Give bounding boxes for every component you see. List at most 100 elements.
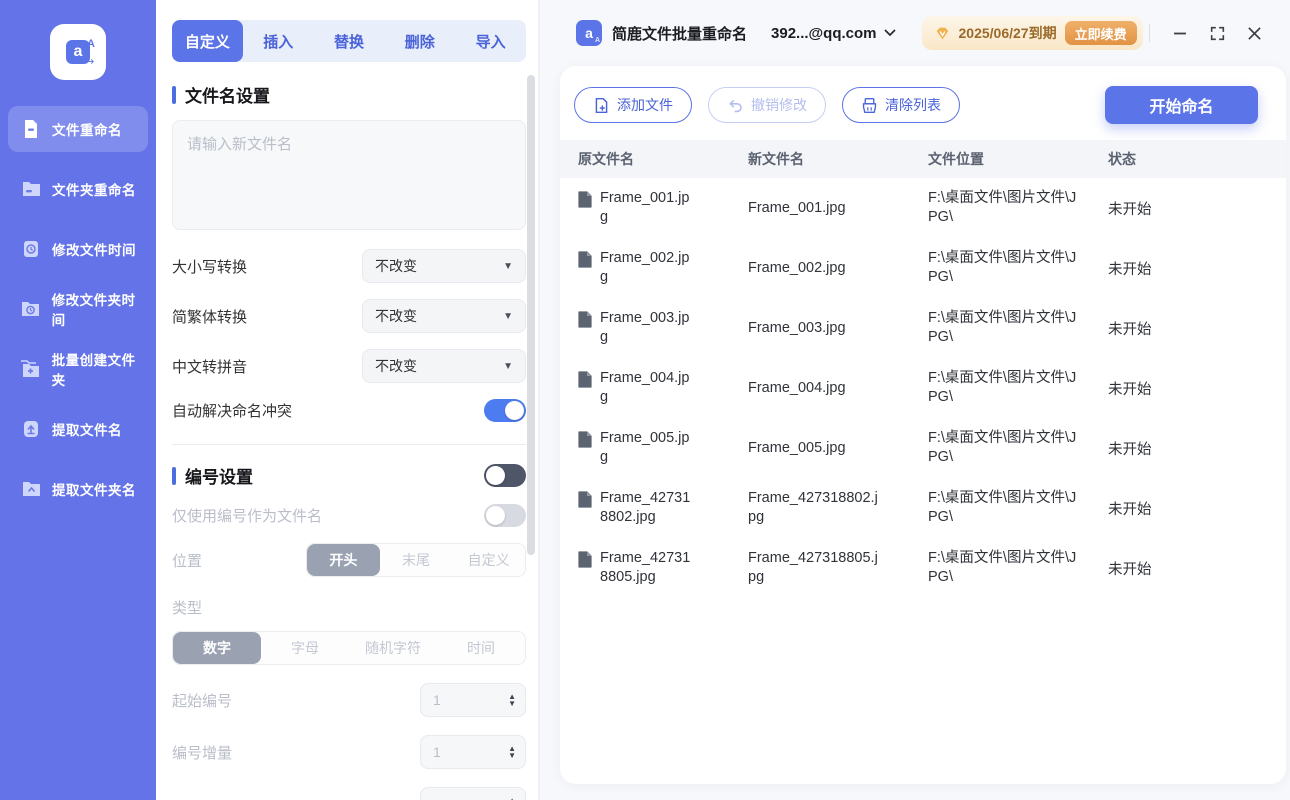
file-path: F:\桌面文件\图片文件\JPG\: [928, 550, 1077, 585]
file-path: F:\桌面文件\图片文件\JPG\: [928, 370, 1077, 405]
close-icon: [1248, 26, 1261, 40]
table-row[interactable]: Frame_005.jpg Frame_005.jpg F:\桌面文件\图片文件\J…: [560, 418, 1286, 478]
sidebar-item-label: 提取文件名: [52, 423, 122, 438]
stepper-row-1: 起始编号 1 ▲ ▼: [172, 683, 526, 717]
type-option-3[interactable]: 随机字符: [349, 632, 437, 664]
numbering-toggle[interactable]: [484, 464, 526, 487]
stepper-value: 1: [433, 692, 441, 708]
tab-4[interactable]: 删除: [384, 20, 455, 62]
select-dropdown[interactable]: 不改变 ▼: [362, 349, 526, 383]
account-menu[interactable]: 392...@qq.com: [771, 25, 896, 42]
sidebar: a A ↩ 文件重命名文件夹重命名 修改文件时间修改文件夹时间 批量创建文件夹提取文…: [0, 0, 156, 800]
undo-button[interactable]: 撤销修改: [708, 87, 826, 123]
tab-2[interactable]: 插入: [243, 20, 314, 62]
stepper-row-2: 编号增量 1 ▲ ▼: [172, 735, 526, 769]
sidebar-item-3[interactable]: 修改文件时间: [8, 226, 148, 272]
number-stepper[interactable]: 1 ▲ ▼: [420, 683, 526, 717]
type-option-4[interactable]: 时间: [437, 632, 525, 664]
type-option-1[interactable]: 数字: [173, 632, 261, 664]
file-rename-icon: [20, 118, 42, 140]
auto-resolve-toggle[interactable]: [484, 399, 526, 422]
original-name-cell: Frame_002.jpg: [578, 249, 748, 287]
settings-panel: 自定义插入替换删除导入 文件名设置 大小写转换不改变▼简繁体转换不改变▼中文转拼…: [156, 0, 540, 800]
position-option-3[interactable]: 自定义: [452, 544, 525, 576]
panel-scrollbar[interactable]: [527, 75, 535, 555]
sidebar-item-2[interactable]: 文件夹重命名: [8, 166, 148, 212]
add-files-button[interactable]: 添加文件: [574, 87, 692, 123]
table-row[interactable]: Frame_002.jpg Frame_002.jpg F:\桌面文件\图片文件\J…: [560, 238, 1286, 298]
sidebar-item-5[interactable]: 批量创建文件夹: [8, 346, 148, 392]
sidebar-item-6[interactable]: 提取文件名: [8, 406, 148, 452]
app-icon: aA: [576, 20, 602, 46]
create-folders-icon: [20, 358, 42, 380]
sidebar-item-4[interactable]: 修改文件夹时间: [8, 286, 148, 332]
toggle-knob: [486, 466, 505, 485]
vip-diamond-icon: [936, 27, 948, 39]
tab-1[interactable]: 自定义: [172, 20, 243, 62]
stepper-down-icon[interactable]: ▼: [508, 700, 516, 708]
renew-button[interactable]: 立即续费: [1064, 21, 1137, 45]
minimize-icon: [1174, 32, 1186, 35]
start-rename-button[interactable]: 开始命名: [1105, 86, 1258, 124]
partial-stepper-row: ▲▼: [172, 787, 526, 800]
tab-5[interactable]: 导入: [455, 20, 526, 62]
select-row-1: 大小写转换 不改变 ▼: [172, 249, 526, 283]
partial-stepper[interactable]: ▲▼: [420, 787, 526, 800]
select-dropdown[interactable]: 不改变 ▼: [362, 299, 526, 333]
minimize-button[interactable]: [1172, 25, 1188, 41]
type-label: 类型: [172, 600, 203, 617]
new-filename: Frame_002.jpg: [748, 259, 846, 276]
table-row[interactable]: Frame_427318805.jpg Frame_427318805.jpg F:…: [560, 538, 1286, 598]
sidebar-item-label: 批量创建文件夹: [51, 353, 136, 388]
only-number-toggle[interactable]: [484, 504, 526, 527]
table-row[interactable]: Frame_427318802.jpg Frame_427318802.jpg F:…: [560, 478, 1286, 538]
table-row[interactable]: Frame_001.jpg Frame_001.jpg F:\桌面文件\图片文件\J…: [560, 178, 1286, 238]
number-stepper[interactable]: 1 ▲ ▼: [420, 735, 526, 769]
file-time-icon: [20, 238, 42, 260]
clear-list-button[interactable]: 清除列表: [842, 87, 960, 123]
sidebar-item-1[interactable]: 文件重命名: [8, 106, 148, 152]
table-row[interactable]: Frame_004.jpg Frame_004.jpg F:\桌面文件\图片文件\J…: [560, 358, 1286, 418]
stepper-down-icon[interactable]: ▼: [508, 752, 516, 760]
new-filename: Frame_004.jpg: [748, 379, 846, 396]
status-text: 未开始: [1108, 501, 1152, 518]
vip-status-badge[interactable]: 2025/06/27到期 立即续费: [921, 16, 1143, 50]
original-name-cell: Frame_427318805.jpg: [578, 549, 748, 587]
stepper-arrows[interactable]: ▲▼: [508, 745, 516, 760]
new-filename: Frame_003.jpg: [748, 319, 846, 336]
select-value: 不改变: [375, 258, 417, 274]
folder-rename-icon: [20, 178, 42, 200]
stepper-arrows[interactable]: ▲▼: [508, 693, 516, 708]
sidebar-item-label: 提取文件夹名: [52, 483, 136, 498]
caret-down-icon: ▼: [503, 260, 513, 272]
tab-3[interactable]: 替换: [314, 20, 385, 62]
select-dropdown[interactable]: 不改变 ▼: [362, 249, 526, 283]
close-button[interactable]: [1247, 26, 1262, 41]
vip-expiry-date: 2025/06/27到期: [958, 25, 1057, 41]
table-row[interactable]: Frame_003.jpg Frame_003.jpg F:\桌面文件\图片文件\J…: [560, 298, 1286, 358]
type-option-2[interactable]: 字母: [261, 632, 349, 664]
file-table-body: Frame_001.jpg Frame_001.jpg F:\桌面文件\图片文件\J…: [560, 178, 1286, 784]
position-option-1[interactable]: 开头: [307, 544, 380, 576]
original-filename: Frame_005.jpg: [600, 430, 690, 465]
numbering-section-header: 编号设置: [172, 463, 526, 488]
sidebar-nav: 文件重命名文件夹重命名 修改文件时间修改文件夹时间 批量创建文件夹提取文件名提取文件…: [0, 106, 156, 512]
maximize-icon: [1210, 26, 1225, 40]
original-name-cell: Frame_003.jpg: [578, 309, 748, 347]
toggle-knob: [486, 506, 505, 525]
app-logo: a A ↩: [50, 24, 106, 80]
new-filename: Frame_005.jpg: [748, 439, 846, 456]
sidebar-item-label: 文件重命名: [52, 123, 122, 138]
new-filename-input[interactable]: [172, 120, 526, 230]
maximize-button[interactable]: [1210, 26, 1225, 41]
stepper-value: 1: [433, 744, 441, 760]
column-header-2: 新文件名: [748, 151, 804, 167]
select-row-2: 简繁体转换 不改变 ▼: [172, 299, 526, 333]
position-option-2[interactable]: 末尾: [380, 544, 453, 576]
logo-letter-alt: A: [87, 38, 95, 50]
status-text: 未开始: [1108, 441, 1152, 458]
toggle-knob: [505, 401, 524, 420]
file-path: F:\桌面文件\图片文件\JPG\: [928, 310, 1077, 345]
sidebar-item-7[interactable]: 提取文件夹名: [8, 466, 148, 512]
sidebar-item-label: 修改文件夹时间: [51, 293, 136, 328]
